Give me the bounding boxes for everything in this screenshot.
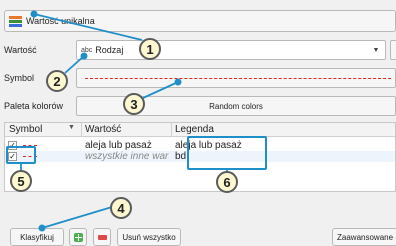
callout-badge: 4: [110, 197, 132, 219]
callout-badge: 1: [139, 38, 161, 60]
callout-badge: 5: [10, 170, 32, 192]
callout-leaders: [20, 10, 228, 232]
callout-badge: 2: [46, 70, 68, 92]
callout-badge: 3: [123, 93, 145, 115]
callout-badge: 6: [216, 171, 238, 193]
